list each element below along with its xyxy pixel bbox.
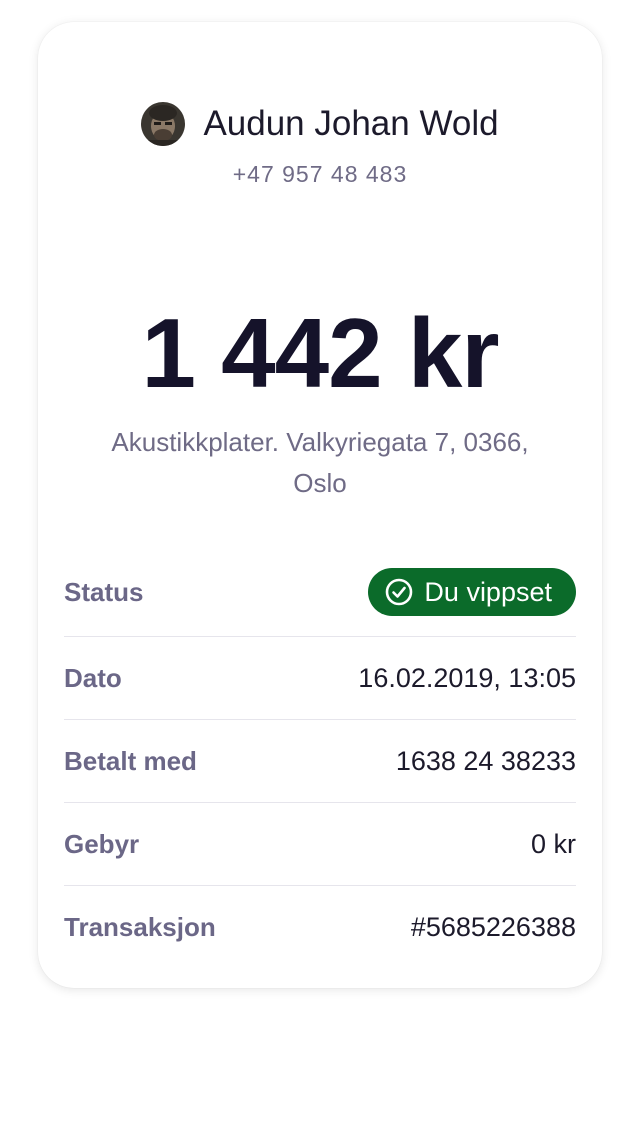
transaction-id: #5685226388 xyxy=(410,911,576,942)
details-list: Status Du vippset Dato 16.02.2019, 13:05… xyxy=(64,548,576,968)
date-value: 16.02.2019, 13:05 xyxy=(358,662,576,693)
recipient-name: Audun Johan Wold xyxy=(203,104,499,143)
recipient-header: Audun Johan Wold +47 957 48 483 xyxy=(38,100,602,189)
date-row: Dato 16.02.2019, 13:05 xyxy=(64,637,576,720)
paid-with-row: Betalt med 1638 24 38233 xyxy=(64,720,576,803)
status-row: Status Du vippset xyxy=(64,548,576,637)
recipient-phone: +47 957 48 483 xyxy=(232,161,408,187)
payment-amount: 1 442 kr xyxy=(141,298,499,408)
fee-row: Gebyr 0 kr xyxy=(64,803,576,886)
check-circle-icon xyxy=(385,578,413,606)
paid-with-value: 1638 24 38233 xyxy=(395,745,576,776)
fee-label: Gebyr xyxy=(64,828,140,859)
payment-message: Akustikkplater. Valkyriegata 7, 0366, Os… xyxy=(111,427,529,498)
fee-value: 0 kr xyxy=(530,828,576,859)
transaction-label: Transaksjon xyxy=(64,911,216,942)
transaction-receipt-card: Audun Johan Wold +47 957 48 483 1 442 kr… xyxy=(38,22,602,988)
status-badge-label: Du vippset xyxy=(424,576,552,607)
status-badge: Du vippset xyxy=(368,568,576,616)
paid-with-label: Betalt med xyxy=(64,745,197,776)
status-label: Status xyxy=(64,576,144,607)
recipient-name-row: Audun Johan Wold xyxy=(141,100,499,148)
transaction-row: Transaksjon #5685226388 xyxy=(64,886,576,968)
avatar xyxy=(141,102,186,146)
date-label: Dato xyxy=(64,662,122,693)
